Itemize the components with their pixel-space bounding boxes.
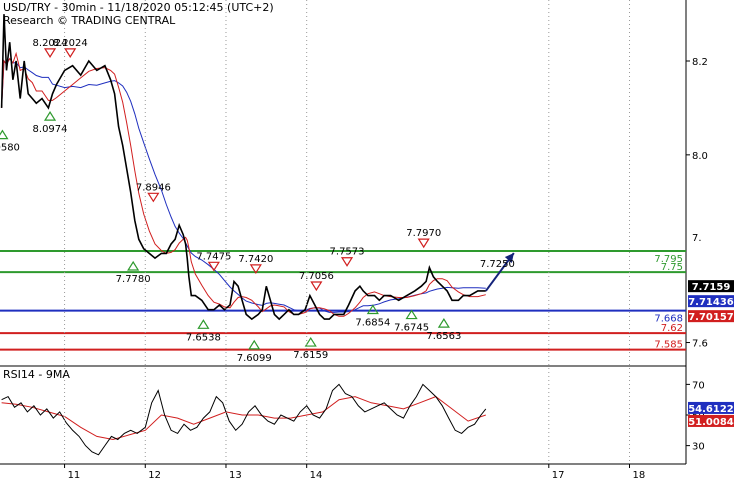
projection-label: 7.7250 bbox=[480, 259, 515, 270]
low-label-1: 8.0974 bbox=[33, 124, 68, 135]
chart-canvas: USD/TRY - 30min - 11/18/2020 05:12:45 (U… bbox=[0, 0, 734, 480]
low-label-3: 7.6538 bbox=[186, 332, 221, 343]
xtick-label-0: 11 bbox=[68, 470, 81, 480]
xtick-label-1: 12 bbox=[148, 470, 161, 480]
rsi-panel-title: RSI14 - 9MA bbox=[3, 368, 70, 381]
level-label-1: 7.75 bbox=[661, 262, 683, 273]
xtick-label-2: 13 bbox=[229, 470, 242, 480]
rsi-badge-label-1: 51.0084 bbox=[688, 417, 734, 428]
level-label-3: 7.62 bbox=[661, 323, 683, 334]
rsi-ytick-label-2: 70 bbox=[692, 380, 705, 391]
high-label-7: 7.7970 bbox=[406, 228, 441, 239]
low-label-8: 7.6563 bbox=[426, 331, 461, 342]
price-ytick-label-partial: 7. bbox=[692, 233, 702, 244]
high-label-1: 8.2024 bbox=[53, 38, 88, 49]
rsi-ytick-label-0: 30 bbox=[692, 442, 705, 453]
plot-background bbox=[0, 0, 686, 464]
low-label-7: 7.6745 bbox=[394, 323, 429, 334]
badge-layer: 7.7159 7.71436 7.70157 54.6122 51.0084 bbox=[688, 280, 734, 428]
low-label-6: 7.6854 bbox=[355, 317, 390, 328]
price-ytick-label-1: 8.0 bbox=[692, 151, 708, 162]
high-label-2: 7.8946 bbox=[136, 182, 171, 193]
high-label-5: 7.7056 bbox=[299, 271, 334, 282]
low-label-2: 7.7780 bbox=[116, 274, 151, 285]
xtick-label-3: 14 bbox=[310, 470, 323, 480]
rsi-badge-label-0: 54.6122 bbox=[688, 404, 734, 415]
xtick-label-4: 17 bbox=[552, 470, 565, 480]
high-label-6: 7.7573 bbox=[330, 247, 365, 258]
chart-header-title: USD/TRY - 30min - 11/18/2020 05:12:45 (U… bbox=[3, 1, 274, 14]
price-ytick-label-0: 7.6 bbox=[692, 339, 708, 350]
low-label-5: 7.6159 bbox=[293, 350, 328, 361]
low-label-0: 8.0580 bbox=[0, 143, 20, 154]
chart-header-source: Research © TRADING CENTRAL bbox=[3, 14, 176, 27]
price-ytick-label-2: 8.2 bbox=[692, 57, 708, 68]
price-badge-label-0: 7.7159 bbox=[692, 282, 731, 293]
price-badge-label-2: 7.70157 bbox=[688, 312, 734, 323]
xtick-label-5: 18 bbox=[633, 470, 646, 480]
level-label-4: 7.585 bbox=[654, 340, 683, 351]
price-badge-label-1: 7.71436 bbox=[688, 297, 734, 308]
low-label-4: 7.6099 bbox=[237, 353, 272, 364]
high-label-4: 7.7420 bbox=[238, 254, 273, 265]
